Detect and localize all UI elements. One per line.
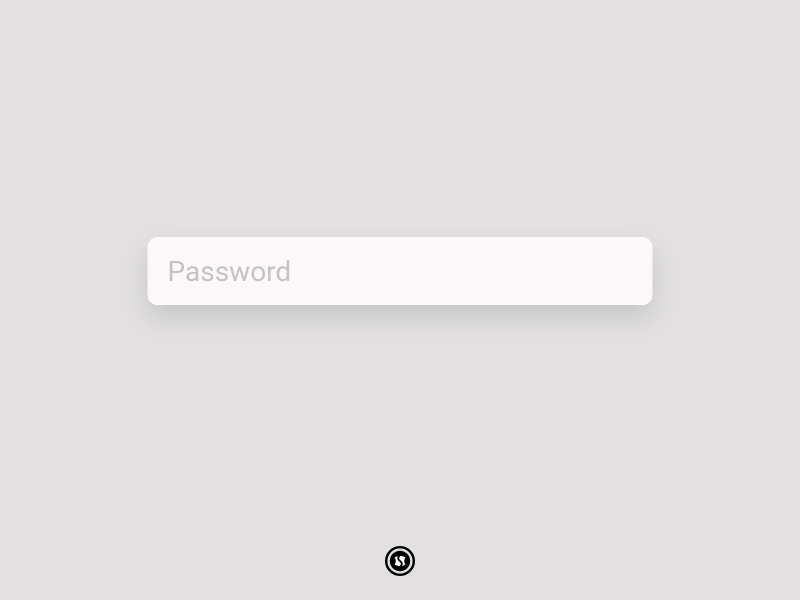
password-input[interactable] xyxy=(148,237,653,305)
brand-logo-icon xyxy=(385,546,415,576)
password-field-container xyxy=(148,237,653,305)
